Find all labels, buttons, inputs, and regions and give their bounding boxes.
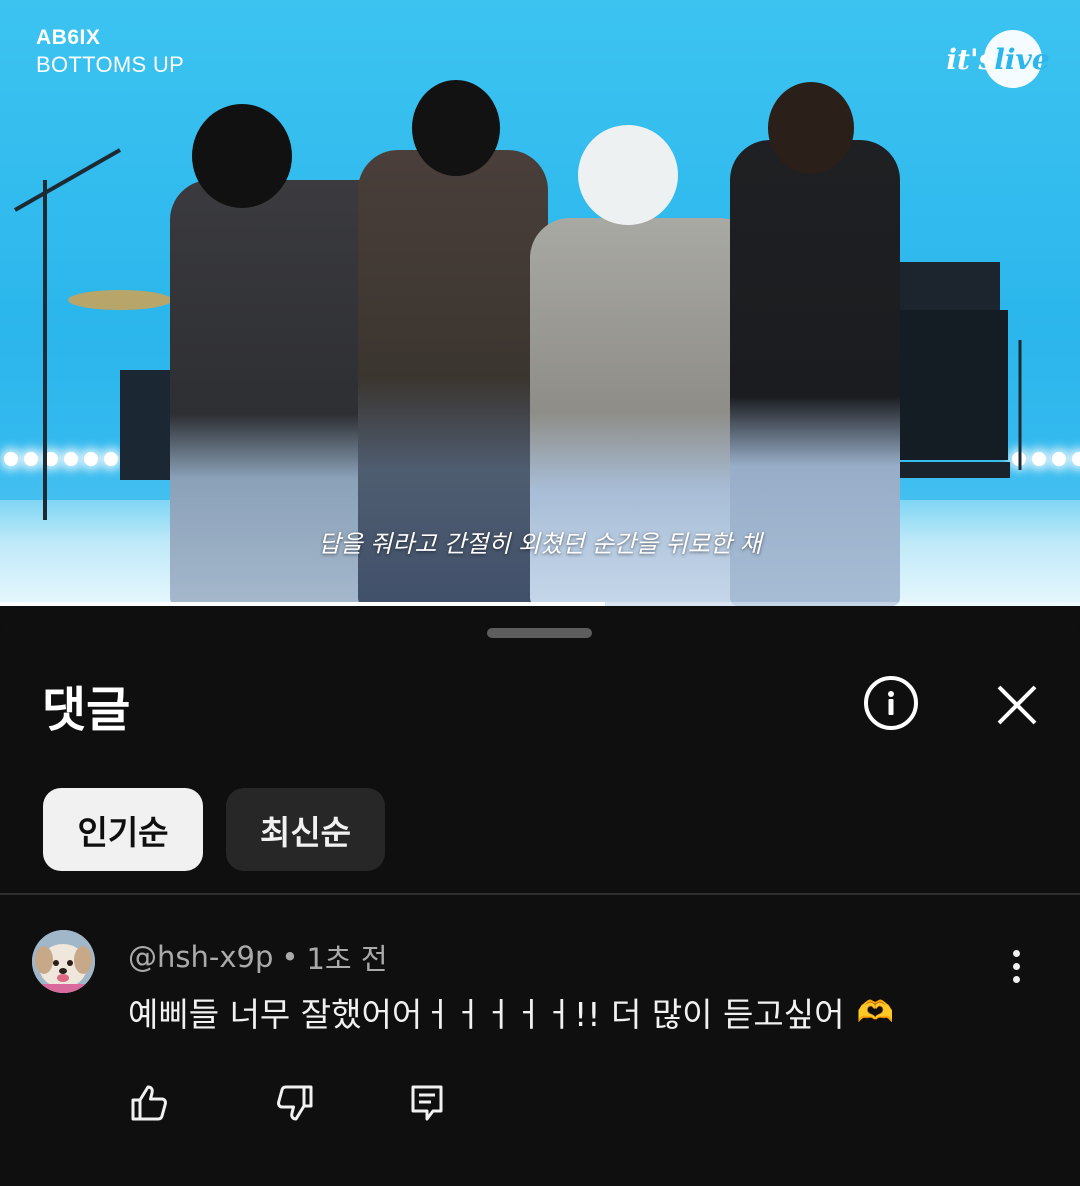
divider [0, 893, 1080, 895]
comment-time: 1초 전 [306, 942, 388, 976]
comments-sheet: 댓글 인기순 최신순 @hsh-x9p • 1초 전 예삐들 너무 잘했어어ㅓㅓ… [0, 606, 1080, 1186]
video-subtitle: 답을 줘라고 간절히 외쳤던 순간을 뒤로한 채 [318, 530, 762, 558]
like-icon [131, 1085, 167, 1121]
performer-head [768, 82, 854, 174]
close-icon [997, 685, 1037, 725]
meta-separator: • [281, 940, 299, 974]
info-icon [888, 691, 894, 715]
video-song-title: BOTTOMS UP [36, 52, 185, 77]
avatar-icon [32, 930, 95, 993]
comment-meta: @hsh-x9p • 1초 전 [128, 936, 388, 978]
reply-icon [411, 1085, 443, 1121]
info-button[interactable] [864, 676, 918, 730]
comment-text: 예삐들 너무 잘했어어ㅓㅓㅓㅓㅓ!! 더 많이 듣고싶어 [128, 995, 845, 1034]
drag-handle[interactable] [487, 628, 592, 638]
logo-text-live: live [994, 42, 1050, 76]
its-live-logo: it'slive [946, 28, 1050, 90]
comment-author[interactable]: @hsh-x9p [128, 940, 273, 974]
close-button[interactable] [990, 678, 1044, 732]
like-button[interactable] [124, 1078, 174, 1128]
logo-text-its: it's [946, 42, 995, 76]
dog-avatar[interactable] [32, 930, 95, 993]
sort-chip-popular[interactable]: 인기순 [43, 788, 203, 871]
sort-chip-newest[interactable]: 최신순 [226, 788, 385, 871]
performer-head [192, 104, 292, 208]
comments-title: 댓글 [42, 682, 131, 738]
reply-button[interactable] [402, 1078, 452, 1128]
comment-body: 예삐들 너무 잘했어어ㅓㅓㅓㅓㅓ!! 더 많이 듣고싶어 🫶 [128, 988, 894, 1036]
performer-head [578, 125, 678, 225]
comment-item: @hsh-x9p • 1초 전 예삐들 너무 잘했어어ㅓㅓㅓㅓㅓ!! 더 많이 … [0, 896, 1080, 1186]
performer-head [412, 80, 500, 176]
heart-hands-emoji: 🫶 [856, 994, 894, 1030]
video-artist: AB6IX [36, 26, 101, 49]
dislike-button[interactable] [270, 1078, 320, 1128]
video-player[interactable]: AB6IX BOTTOMS UP it'slive 답을 줘라고 간절히 외쳤던… [0, 0, 1080, 606]
dislike-icon [277, 1085, 313, 1121]
more-vert-icon[interactable] [996, 936, 1036, 996]
